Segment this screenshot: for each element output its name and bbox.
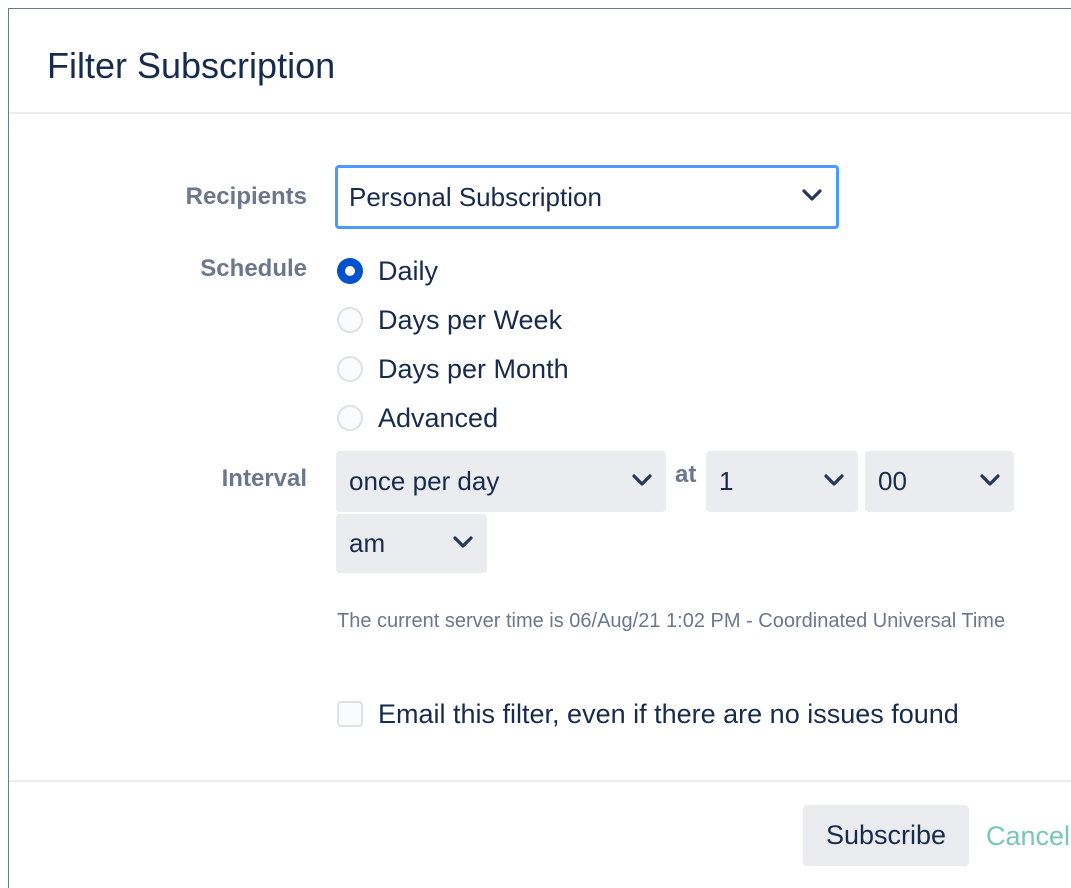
filter-subscription-dialog: Filter Subscription Recipients Personal … <box>8 8 1071 888</box>
cancel-link[interactable]: Cancel <box>986 821 1070 852</box>
dialog-footer-divider <box>9 780 1071 782</box>
subscribe-button[interactable]: Subscribe <box>803 805 969 866</box>
chevron-down-icon <box>980 473 1000 486</box>
interval-frequency-value: once per day <box>349 466 500 496</box>
radio-unchecked-icon[interactable] <box>337 307 363 333</box>
radio-checked-icon[interactable] <box>337 258 363 284</box>
radio-unchecked-icon[interactable] <box>337 405 363 431</box>
recipients-select[interactable]: Personal Subscription <box>335 165 839 229</box>
interval-minute-value: 00 <box>878 466 907 496</box>
schedule-option-label: Days per Week <box>378 304 563 335</box>
schedule-label: Schedule <box>200 255 307 282</box>
interval-frequency-select[interactable]: once per day <box>336 451 666 512</box>
dialog-title: Filter Subscription <box>47 45 336 86</box>
interval-hour-select[interactable]: 1 <box>706 451 858 512</box>
server-time-note: The current server time is 06/Aug/21 1:0… <box>337 610 1006 632</box>
interval-ampm-value: am <box>349 528 386 558</box>
email-empty-filter-option[interactable]: Email this filter, even if there are no … <box>337 697 959 731</box>
interval-minute-select[interactable]: 00 <box>865 451 1014 512</box>
checkbox-unchecked-icon[interactable] <box>337 701 363 727</box>
schedule-option-label: Daily <box>378 255 439 286</box>
recipients-select-value: Personal Subscription <box>349 181 602 212</box>
chevron-down-icon <box>632 473 652 486</box>
schedule-option-days-per-month[interactable]: Days per Month <box>337 352 569 386</box>
chevron-down-icon <box>824 473 844 486</box>
chevron-down-icon <box>453 535 473 548</box>
interval-at-label: at <box>675 461 697 488</box>
schedule-option-days-per-week[interactable]: Days per Week <box>337 303 562 337</box>
email-empty-filter-label: Email this filter, even if there are no … <box>378 698 959 729</box>
interval-ampm-select[interactable]: am <box>336 514 487 573</box>
dialog-header: Filter Subscription <box>9 9 1071 114</box>
schedule-option-label: Days per Month <box>378 353 569 384</box>
schedule-option-advanced[interactable]: Advanced <box>337 401 498 435</box>
radio-unchecked-icon[interactable] <box>337 356 363 382</box>
schedule-option-label: Advanced <box>378 402 499 433</box>
chevron-down-icon <box>802 189 822 201</box>
interval-hour-value: 1 <box>719 466 734 496</box>
schedule-option-daily[interactable]: Daily <box>337 254 438 288</box>
interval-label: Interval <box>221 465 307 492</box>
recipients-label: Recipients <box>185 183 307 210</box>
